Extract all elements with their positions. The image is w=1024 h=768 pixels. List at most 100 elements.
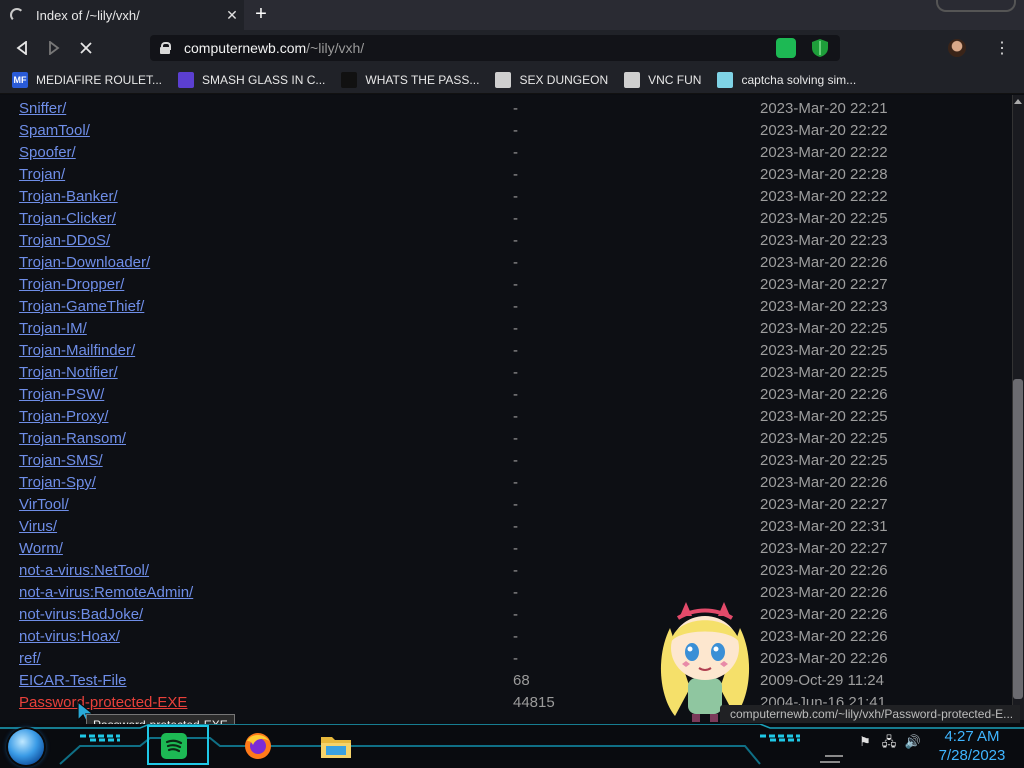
- listing-row: Trojan-Mailfinder/ - 2023-Mar-20 22:25: [18, 340, 1008, 362]
- volume-icon[interactable]: 🔊: [904, 734, 922, 750]
- file-link[interactable]: Trojan-PSW/: [19, 384, 104, 406]
- file-link[interactable]: not-a-virus:NetTool/: [19, 560, 149, 582]
- file-link[interactable]: Trojan-Spy/: [19, 472, 96, 494]
- spotify-icon[interactable]: [158, 730, 190, 762]
- file-link[interactable]: Trojan-DDoS/: [19, 230, 110, 252]
- file-link[interactable]: Trojan-Proxy/: [19, 406, 108, 428]
- listing-row: EICAR-Test-File 68 2009-Oct-29 11:24: [18, 670, 1008, 692]
- bookmark-item[interactable]: MF MEDIAFIRE ROULET...: [12, 71, 163, 88]
- file-size: -: [513, 430, 518, 447]
- forward-button[interactable]: [38, 32, 70, 64]
- file-link[interactable]: Trojan-Notifier/: [19, 362, 118, 384]
- file-link[interactable]: VirTool/: [19, 494, 69, 516]
- file-link[interactable]: Trojan/: [19, 164, 65, 186]
- start-button[interactable]: [8, 729, 44, 765]
- file-date: 2023-Mar-20 22:26: [760, 562, 888, 579]
- address-bar[interactable]: computernewb.com/~lily/vxh/: [150, 35, 840, 61]
- firefox-glyph-icon: [245, 733, 271, 759]
- file-link[interactable]: Trojan-Downloader/: [19, 252, 150, 274]
- bookmarks-bar: MF MEDIAFIRE ROULET... SMASH GLASS IN C...…: [0, 66, 1024, 94]
- tab-active[interactable]: Index of /~lily/vxh/ ✕: [0, 0, 244, 30]
- file-date: 2023-Mar-20 22:25: [760, 430, 888, 447]
- file-link[interactable]: Sniffer/: [19, 98, 66, 120]
- flag-icon[interactable]: ⚑: [856, 734, 874, 750]
- shield-extension-icon[interactable]: [810, 38, 830, 58]
- file-link[interactable]: not-virus:Hoax/: [19, 626, 120, 648]
- file-size: -: [513, 386, 518, 403]
- listing-row: Trojan-Proxy/ - 2023-Mar-20 22:25: [18, 406, 1008, 428]
- tab-close-icon[interactable]: ✕: [220, 7, 244, 24]
- file-date: 2023-Mar-20 22:26: [760, 628, 888, 645]
- file-link[interactable]: ref/: [19, 648, 41, 670]
- scrollbar-thumb[interactable]: [1013, 379, 1023, 699]
- listing-row: not-a-virus:RemoteAdmin/ - 2023-Mar-20 22:…: [18, 582, 1008, 604]
- browser-menu-icon[interactable]: ⋮: [994, 38, 1010, 58]
- file-link[interactable]: Spoofer/: [19, 142, 76, 164]
- file-explorer-icon[interactable]: [320, 730, 352, 762]
- bookmark-label: captcha solving sim...: [741, 72, 857, 87]
- file-size: -: [513, 650, 518, 667]
- extension-green-icon[interactable]: [776, 38, 796, 58]
- file-date: 2023-Mar-20 22:27: [760, 540, 888, 557]
- browser-toolbar: computernewb.com/~lily/vxh/: [0, 30, 1024, 66]
- file-date: 2023-Mar-20 22:25: [760, 342, 888, 359]
- file-link[interactable]: Virus/: [19, 516, 57, 538]
- file-size: -: [513, 540, 518, 557]
- bookmark-item[interactable]: VNC FUN: [624, 71, 701, 88]
- bookmark-item[interactable]: captcha solving sim...: [717, 71, 857, 88]
- file-size: 44815: [513, 694, 555, 711]
- listing-row: not-virus:Hoax/ - 2023-Mar-20 22:26: [18, 626, 1008, 648]
- file-date: 2023-Mar-20 22:27: [760, 276, 888, 293]
- file-link[interactable]: Worm/: [19, 538, 63, 560]
- file-date: 2023-Mar-20 22:25: [760, 408, 888, 425]
- scroll-up-arrow-icon[interactable]: [1014, 99, 1022, 104]
- new-tab-button[interactable]: +: [250, 4, 272, 26]
- file-link[interactable]: Trojan-IM/: [19, 318, 87, 340]
- scrollbar[interactable]: [1012, 95, 1024, 720]
- bookmark-item[interactable]: SEX DUNGEON: [495, 71, 608, 88]
- file-link[interactable]: Trojan-Banker/: [19, 186, 118, 208]
- file-link[interactable]: Trojan-GameThief/: [19, 296, 144, 318]
- file-link[interactable]: not-virus:BadJoke/: [19, 604, 143, 626]
- url-host: computernewb.com: [184, 40, 307, 56]
- listing-row: Spoofer/ - 2023-Mar-20 22:22: [18, 142, 1008, 164]
- bookmark-label: MEDIAFIRE ROULET...: [36, 72, 163, 87]
- window-controls[interactable]: [936, 0, 1016, 12]
- file-link[interactable]: EICAR-Test-File: [19, 670, 127, 692]
- listing-row: VirTool/ - 2023-Mar-20 22:27: [18, 494, 1008, 516]
- file-size: -: [513, 144, 518, 161]
- file-link[interactable]: SpamTool/: [19, 120, 90, 142]
- file-date: 2023-Mar-20 22:23: [760, 232, 888, 249]
- stop-button[interactable]: [70, 32, 102, 64]
- firefox-icon[interactable]: [242, 730, 274, 762]
- file-date: 2023-Mar-20 22:25: [760, 320, 888, 337]
- file-date: 2023-Mar-20 22:23: [760, 298, 888, 315]
- listing-row: Trojan-Downloader/ - 2023-Mar-20 22:26: [18, 252, 1008, 274]
- file-link[interactable]: not-a-virus:RemoteAdmin/: [19, 582, 193, 604]
- bookmark-item[interactable]: SMASH GLASS IN C...: [178, 71, 325, 88]
- back-button[interactable]: [6, 32, 38, 64]
- file-link[interactable]: Trojan-SMS/: [19, 450, 103, 472]
- listing-row: not-a-virus:NetTool/ - 2023-Mar-20 22:26: [18, 560, 1008, 582]
- file-date: 2023-Mar-20 22:26: [760, 606, 888, 623]
- bookmark-item[interactable]: WHATS THE PASS...: [341, 71, 479, 88]
- file-link[interactable]: Trojan-Clicker/: [19, 208, 116, 230]
- file-link[interactable]: Trojan-Dropper/: [19, 274, 124, 296]
- visual-studio-icon: [178, 71, 195, 88]
- file-size: -: [513, 628, 518, 645]
- file-link[interactable]: Password-protected-EXE: [19, 692, 187, 714]
- tab-strip: Index of /~lily/vxh/ ✕ +: [0, 0, 1024, 30]
- file-link[interactable]: Trojan-Ransom/: [19, 428, 126, 450]
- listing-row: Sniffer/ - 2023-Mar-20 22:21: [18, 98, 1008, 120]
- gear-icon: [624, 71, 641, 88]
- url-path: /~lily/vxh/: [306, 40, 365, 56]
- network-icon[interactable]: 🖧: [880, 734, 898, 750]
- listing-row: Virus/ - 2023-Mar-20 22:31: [18, 516, 1008, 538]
- profile-avatar[interactable]: [948, 39, 966, 57]
- file-link[interactable]: Trojan-Mailfinder/: [19, 340, 135, 362]
- taskbar-clock[interactable]: 4:27 AM 7/28/2023: [930, 727, 1014, 765]
- link-status-bar: computernewb.com/~lily/vxh/Password-prot…: [720, 705, 1020, 723]
- mediafire-icon: MF: [12, 71, 28, 88]
- folder-glyph-icon: [321, 737, 351, 758]
- taskbar: ⚑ 🖧 🔊 4:27 AM 7/28/2023: [0, 724, 1024, 768]
